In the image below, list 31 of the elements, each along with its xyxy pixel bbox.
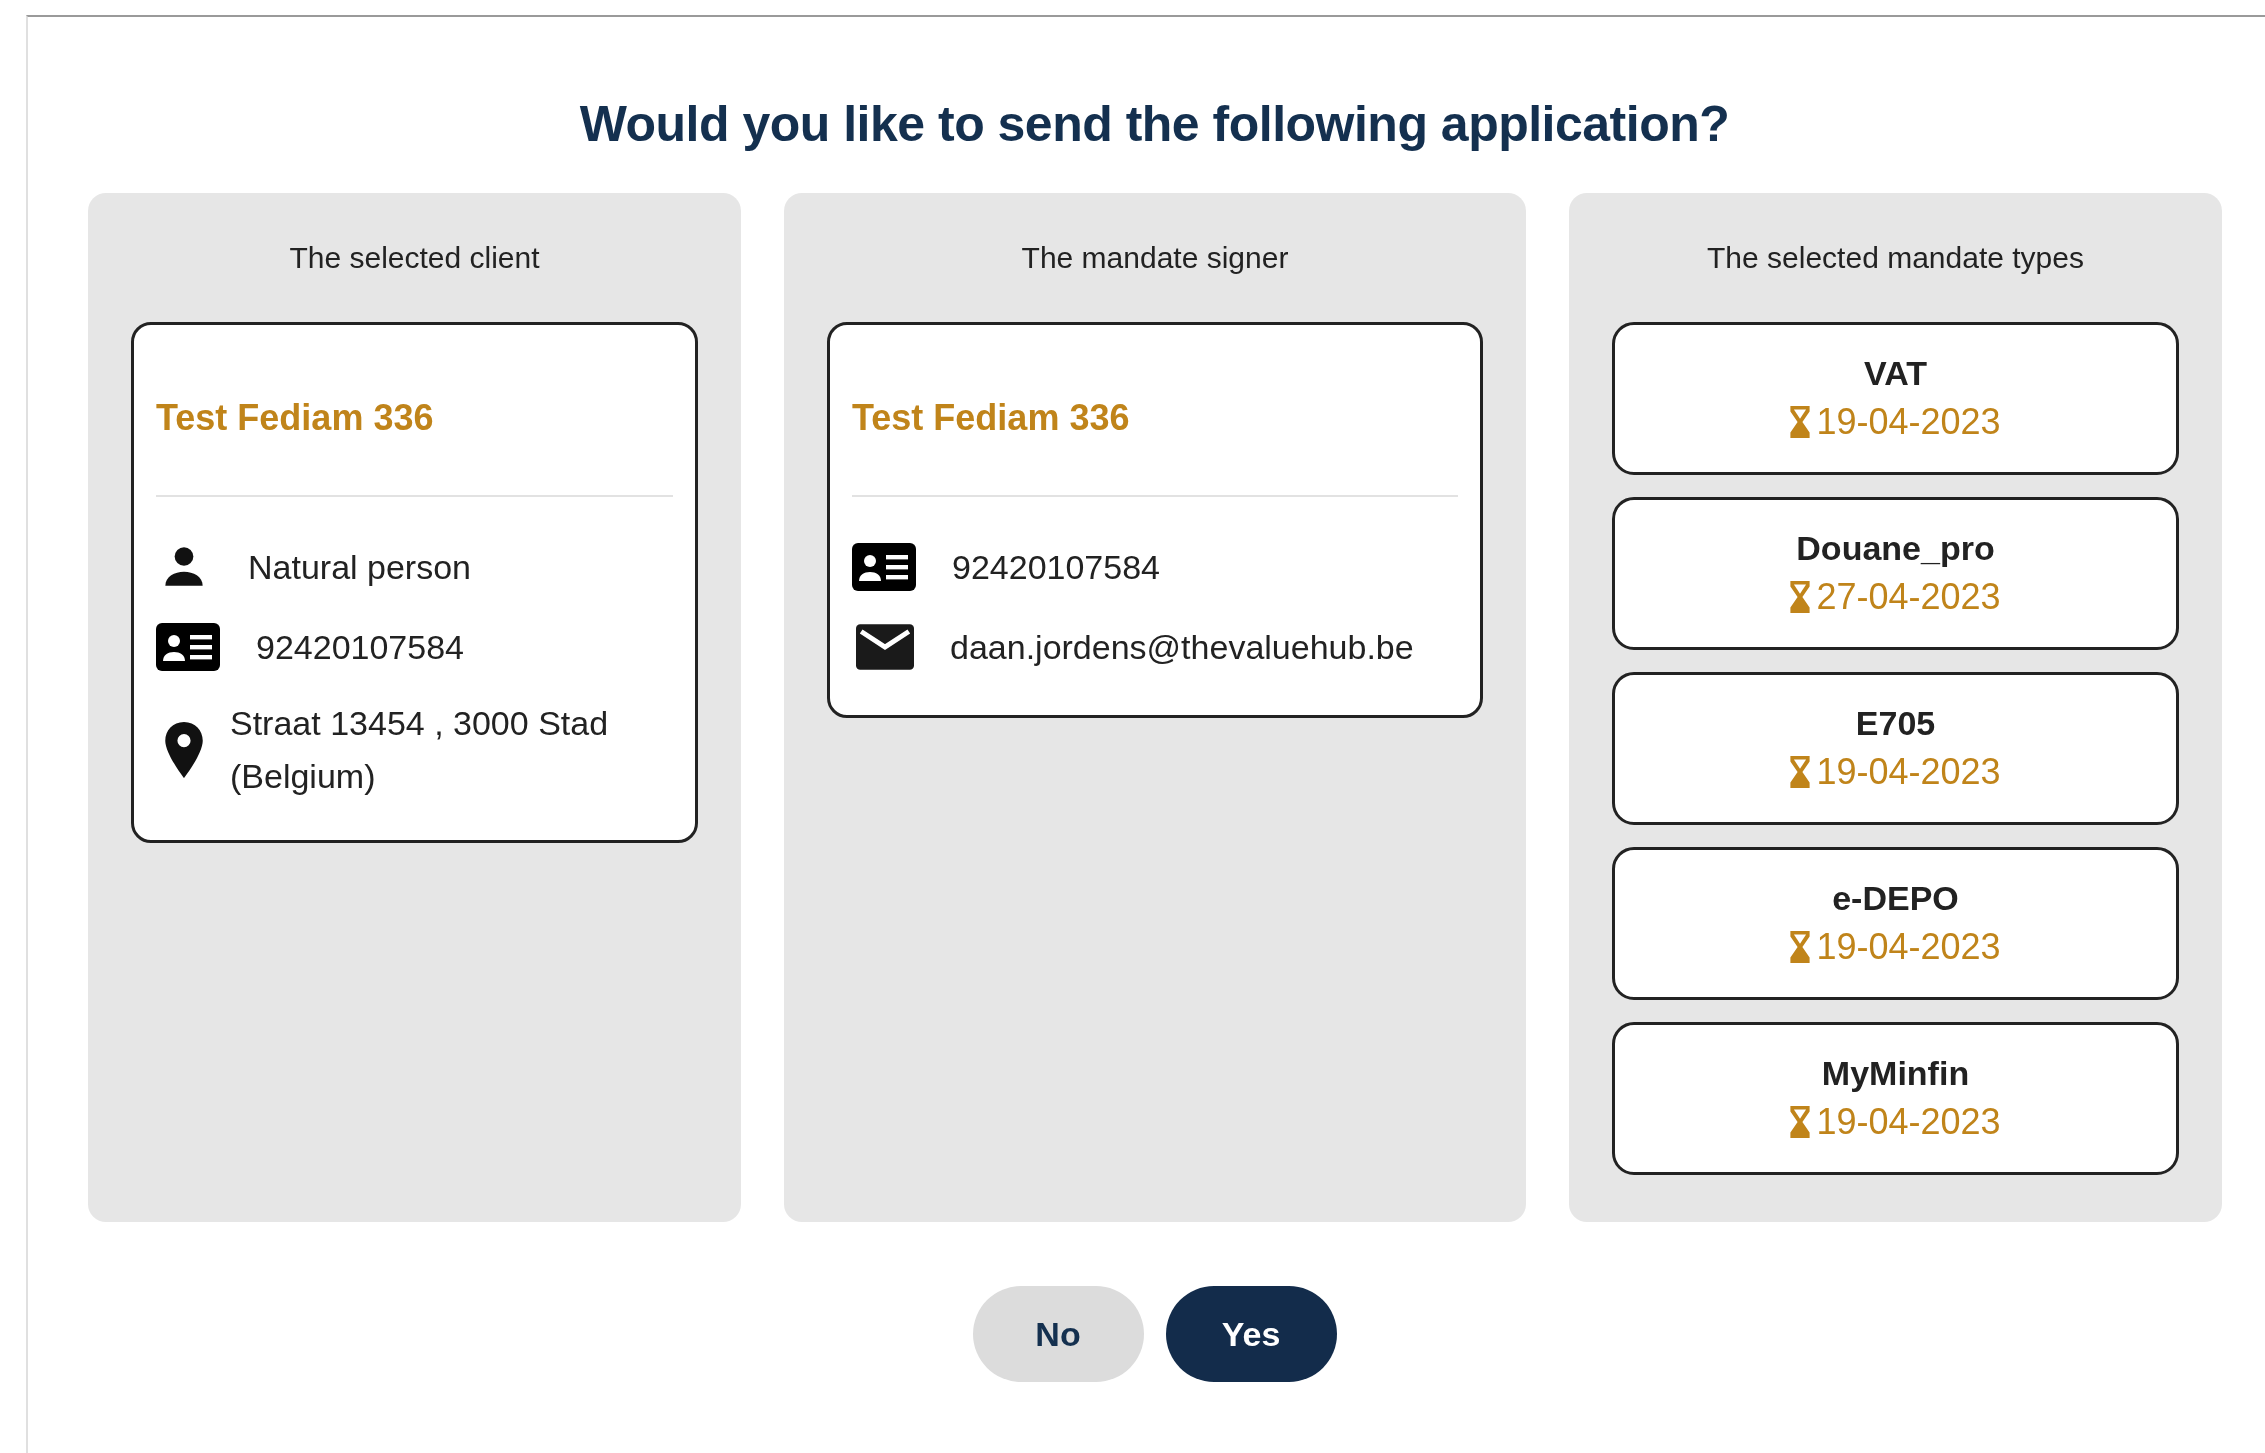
contact-detail: 92420107584	[256, 626, 464, 668]
id-card-icon	[156, 623, 220, 671]
confirm-button[interactable]: Yes	[1165, 1286, 1337, 1382]
mandate-name: Douane_pro	[1796, 529, 1995, 568]
hourglass-icon	[1790, 406, 1811, 438]
contact-detail: daan.jordens@thevaluehub.be	[950, 626, 1414, 668]
expiry-date: 19-04-2023	[1816, 1101, 2001, 1143]
mandate-name: MyMinfin	[1821, 1054, 1970, 1093]
contact-detail: 92420107584	[952, 546, 1160, 588]
mandate-name: VAT	[1864, 354, 1927, 393]
envelope-icon	[856, 624, 914, 670]
hourglass-icon	[1790, 1106, 1811, 1138]
dialog-title: Would you like to send the following application?	[578, 95, 1731, 153]
hourglass-icon	[1790, 581, 1811, 613]
contact-detail: Natural person	[248, 546, 471, 588]
expiry-date: 19-04-2023	[1816, 751, 2001, 793]
panel-heading: The selected mandate types	[1706, 241, 2085, 276]
panel-heading: The mandate signer	[1020, 241, 1290, 276]
contact-name: Test Fediam 336	[852, 397, 1131, 439]
expiry-date: 19-04-2023	[1816, 401, 2001, 443]
mandate-name: E705	[1855, 704, 1936, 743]
expiry-date: 27-04-2023	[1816, 576, 2001, 618]
contact-detail: Straat 13454 , 3000 Stad (Belgium)	[230, 703, 610, 797]
expiry-date: 19-04-2023	[1816, 926, 2001, 968]
cancel-button[interactable]: No	[972, 1286, 1144, 1382]
hourglass-icon	[1790, 931, 1811, 963]
id-card-icon	[852, 543, 916, 591]
panel-heading: The selected client	[288, 241, 541, 276]
hourglass-icon	[1790, 756, 1811, 788]
contact-name: Test Fediam 336	[156, 397, 435, 439]
mandate-name: e-DEPO	[1832, 879, 1959, 918]
